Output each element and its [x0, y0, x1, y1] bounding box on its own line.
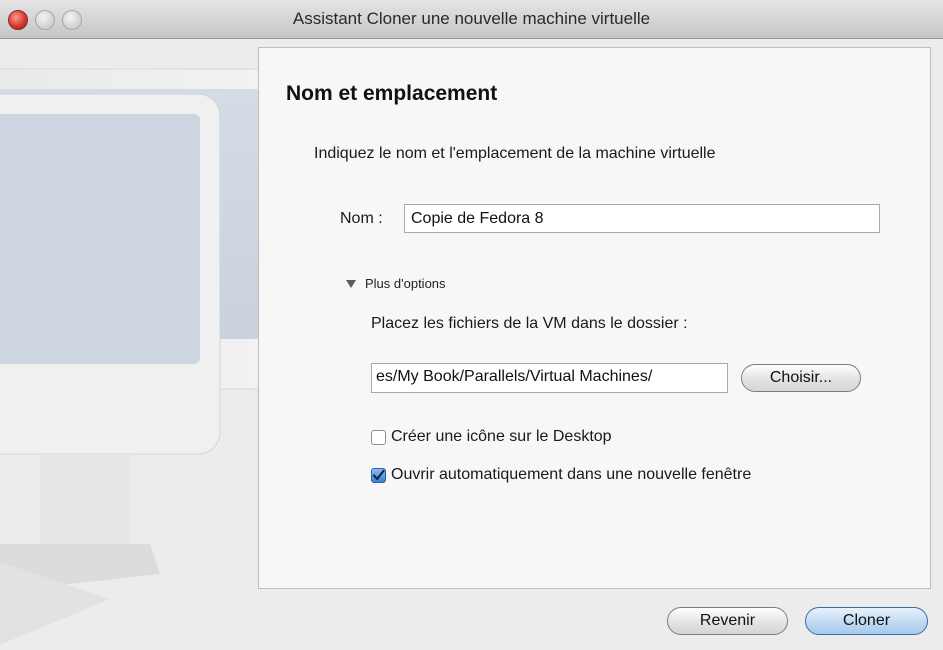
checkmark-icon — [372, 469, 385, 480]
name-label: Nom : — [340, 210, 383, 227]
create-desktop-icon-option[interactable]: Créer une icône sur le Desktop — [371, 428, 612, 446]
title-bar: Assistant Cloner une nouvelle machine vi… — [0, 0, 943, 39]
more-options-toggle[interactable]: Plus d'options — [346, 276, 446, 291]
folder-path-text: es/My Book/Parallels/Virtual Machines/ — [376, 368, 653, 385]
create-icon-checkbox[interactable] — [371, 429, 386, 445]
instruction-text: Indiquez le nom et l'emplacement de la m… — [314, 145, 716, 162]
open-automatically-option[interactable]: Ouvrir automatiquement dans une nouvelle… — [371, 466, 751, 484]
clone-button[interactable]: Cloner — [805, 607, 928, 635]
choose-folder-button[interactable]: Choisir... — [741, 364, 861, 392]
wizard-window: Assistant Cloner une nouvelle machine vi… — [0, 0, 943, 650]
open-auto-label: Ouvrir automatiquement dans une nouvelle… — [391, 466, 752, 483]
disclosure-triangle-icon — [346, 279, 356, 288]
folder-path-field[interactable]: es/My Book/Parallels/Virtual Machines/ — [371, 363, 728, 393]
folder-label: Placez les fichiers de la VM dans le dos… — [371, 315, 688, 332]
vm-name-input[interactable] — [404, 204, 880, 233]
window-title: Assistant Cloner une nouvelle machine vi… — [292, 9, 651, 28]
page-heading: Nom et emplacement — [286, 82, 498, 105]
create-icon-label: Créer une icône sur le Desktop — [391, 428, 612, 445]
open-auto-checkbox[interactable] — [371, 467, 386, 483]
back-button[interactable]: Revenir — [667, 607, 788, 635]
computer-illustration — [0, 68, 258, 645]
more-options-label: Plus d'options — [365, 276, 446, 291]
